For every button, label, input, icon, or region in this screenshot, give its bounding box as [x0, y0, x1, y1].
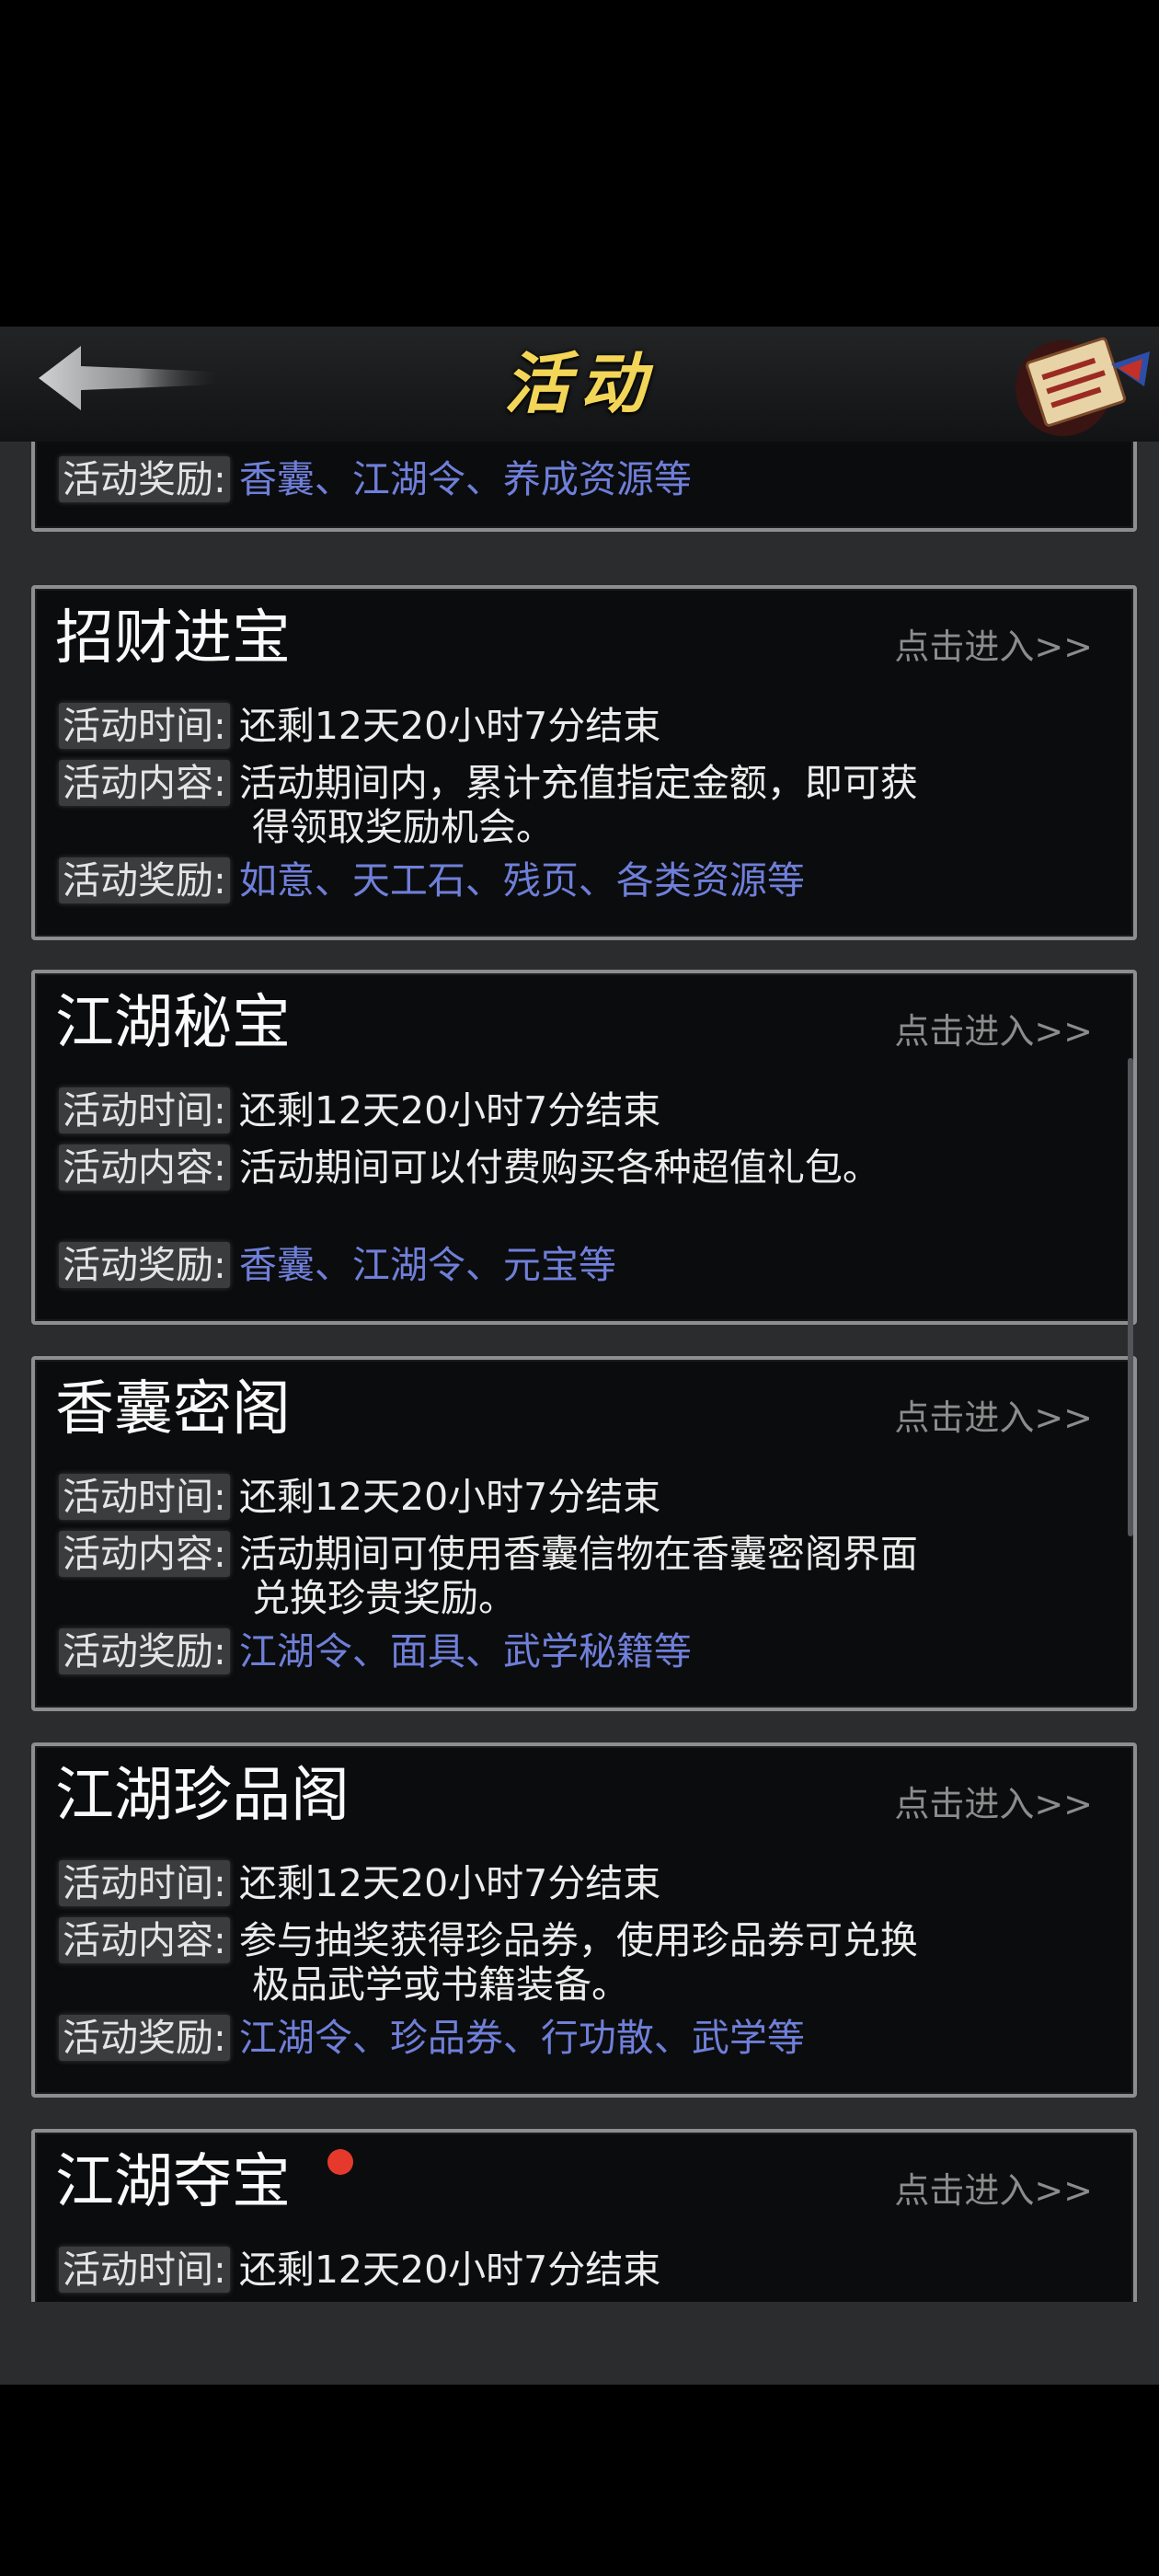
content-line: 参与抽奖获得珍品券，使用珍品券可兑换 [238, 1918, 918, 1962]
content-row: 活动内容: 活动期间内，累计充值指定金额，即可获 [59, 760, 918, 806]
activity-card[interactable]: 江湖秘宝 点击进入>> 活动时间: 还剩12天20小时7分结束 活动内容: 活动期间… [31, 970, 1137, 1325]
time-label: 活动时间: [59, 703, 230, 749]
time-row: 活动时间: 还剩12天20小时7分结束 [59, 703, 660, 749]
time-label: 活动时间: [59, 1474, 230, 1520]
time-label: 活动时间: [59, 1860, 230, 1906]
reward-label: 活动奖励: [59, 456, 230, 502]
content-label: 活动内容: [59, 1144, 230, 1190]
content-line: 活动期间内，累计充值指定金额，即可获 [238, 761, 918, 805]
scrollbar-thumb[interactable] [1128, 1058, 1133, 1536]
content-row: 活动内容: 活动期间可使用香囊信物在香囊密阁界面 [59, 1531, 918, 1577]
content-label: 活动内容: [59, 1531, 230, 1577]
content-label: 活动内容: [59, 760, 230, 806]
activity-title: 招财进宝 [55, 604, 291, 673]
time-row: 活动时间: 还剩12天20小时7分结束 [59, 1474, 660, 1520]
activity-list[interactable]: 活动奖励: 香囊、江湖令、养成资源等 招财进宝 点击进入>> 活动时间: 还剩12天… [0, 442, 1159, 2385]
time-value: 还剩12天20小时7分结束 [238, 2248, 661, 2292]
enter-link[interactable]: 点击进入>> [894, 2169, 1093, 2212]
reward-row: 活动奖励: 香囊、江湖令、元宝等 [59, 1242, 616, 1288]
activity-card[interactable]: 招财进宝 点击进入>> 活动时间: 还剩12天20小时7分结束 活动内容: 活动期间… [31, 585, 1137, 940]
content-line: 活动期间可使用香囊信物在香囊密阁界面 [238, 1532, 918, 1576]
reward-value: 香囊、江湖令、元宝等 [238, 1243, 616, 1287]
content-row: 活动内容: 参与抽奖获得珍品券，使用珍品券可兑换 [59, 1917, 918, 1963]
reward-value: 香囊、江湖令、养成资源等 [238, 457, 692, 501]
content-row: 活动内容: 活动期间可以付费购买各种超值礼包。 [59, 1144, 880, 1190]
activity-title: 香囊密阁 [55, 1375, 291, 1443]
time-value: 还剩12天20小时7分结束 [238, 1861, 661, 1905]
reward-row: 活动奖励: 香囊、江湖令、养成资源等 [59, 456, 692, 502]
enter-link[interactable]: 点击进入>> [894, 626, 1093, 668]
content-line: 活动期间可以付费购买各种超值礼包。 [238, 1145, 880, 1190]
content-line: 得领取奖励机会。 [252, 805, 554, 849]
time-label: 活动时间: [59, 2247, 230, 2293]
reward-row: 活动奖励: 江湖令、面具、武学秘籍等 [59, 1628, 692, 1674]
reward-value: 江湖令、面具、武学秘籍等 [238, 1629, 692, 1673]
reward-row: 活动奖励: 如意、天工石、残页、各类资源等 [59, 857, 805, 903]
time-row: 活动时间: 还剩12天20小时7分结束 [59, 1860, 660, 1906]
content-line: 极品武学或书籍装备。 [252, 1962, 629, 2007]
enter-link[interactable]: 点击进入>> [894, 1783, 1093, 1825]
reward-label: 活动奖励: [59, 1628, 230, 1674]
enter-link[interactable]: 点击进入>> [894, 1397, 1093, 1439]
reward-value: 如意、天工石、残页、各类资源等 [238, 858, 805, 903]
notice-scroll-icon[interactable] [1010, 331, 1159, 442]
reward-value: 江湖令、珍品券、行功散、武学等 [238, 2016, 805, 2060]
time-row: 活动时间: 还剩12天20小时7分结束 [59, 2247, 660, 2293]
new-badge-dot [327, 2149, 353, 2175]
activity-title: 江湖秘宝 [55, 989, 291, 1057]
content-label: 活动内容: [59, 1917, 230, 1963]
reward-label: 活动奖励: [59, 1242, 230, 1288]
time-value: 还剩12天20小时7分结束 [238, 704, 661, 748]
time-value: 还剩12天20小时7分结束 [238, 1475, 661, 1519]
reward-row: 活动奖励: 江湖令、珍品券、行功散、武学等 [59, 2015, 805, 2061]
activity-card[interactable]: 江湖珍品阁 点击进入>> 活动时间: 还剩12天20小时7分结束 活动内容: 参与抽… [31, 1742, 1137, 2098]
page-title: 活动 [503, 344, 655, 422]
content-line: 兑换珍贵奖励。 [252, 1576, 516, 1620]
reward-label: 活动奖励: [59, 2015, 230, 2061]
activity-title: 江湖夺宝 [55, 2148, 291, 2216]
time-value: 还剩12天20小时7分结束 [238, 1088, 661, 1133]
enter-link[interactable]: 点击进入>> [894, 1010, 1093, 1052]
time-row: 活动时间: 还剩12天20小时7分结束 [59, 1087, 660, 1133]
time-label: 活动时间: [59, 1087, 230, 1133]
activity-card[interactable]: 香囊密阁 点击进入>> 活动时间: 还剩12天20小时7分结束 活动内容: 活动期间… [31, 1356, 1137, 1711]
list-footer [0, 2302, 1159, 2385]
activity-card-partial[interactable]: 活动奖励: 香囊、江湖令、养成资源等 [31, 442, 1137, 532]
activity-title: 江湖珍品阁 [55, 1762, 350, 1830]
reward-label: 活动奖励: [59, 857, 230, 903]
